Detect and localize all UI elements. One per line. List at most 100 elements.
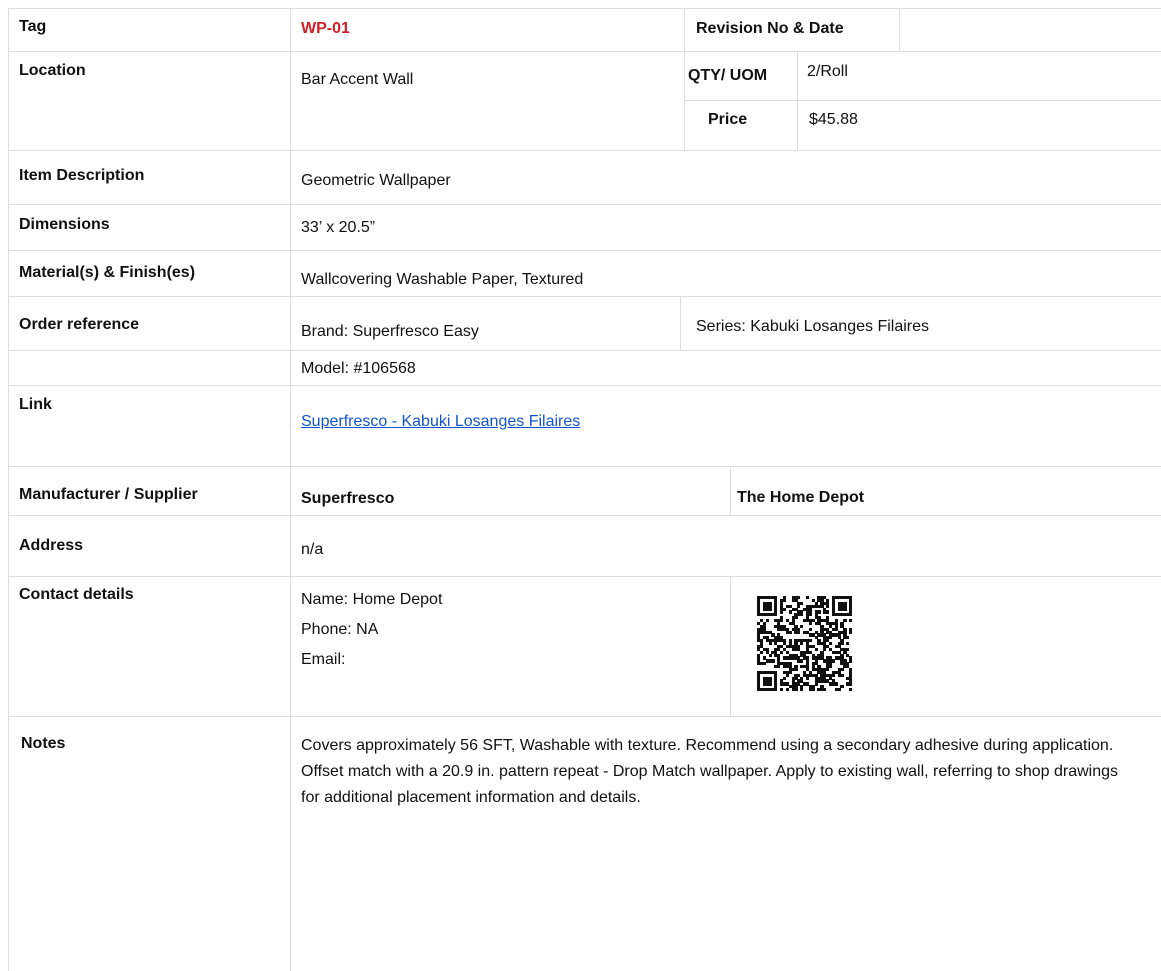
contact-label: Contact details (19, 586, 134, 603)
qty-label: QTY/ UOM (688, 67, 768, 84)
qr-module (817, 610, 821, 614)
qr-module (823, 647, 827, 651)
qr-module (849, 659, 853, 663)
qr-module (828, 636, 833, 640)
qr-module (788, 630, 792, 634)
notes-label: Notes (21, 735, 66, 752)
qr-module (788, 670, 792, 675)
grid-line (8, 296, 1161, 297)
qr-module (834, 682, 838, 686)
qr-module (808, 639, 812, 643)
qr-module (805, 676, 810, 680)
address-label: Address (19, 537, 84, 554)
grid-line (680, 296, 681, 350)
qr-module (780, 688, 784, 692)
address-value: n/a (301, 541, 324, 558)
qr-module (846, 642, 850, 646)
grid-line (730, 576, 731, 716)
qr-module (837, 688, 841, 692)
grid-line (8, 204, 1161, 205)
qr-module (808, 621, 812, 626)
qr-module (762, 662, 766, 666)
tag-label: Tag (19, 18, 47, 35)
qr-module (831, 673, 836, 677)
qr-module (782, 607, 787, 611)
tag-value: WP-01 (301, 20, 350, 37)
qr-module (805, 596, 810, 600)
grid-line (8, 250, 1161, 251)
grid-line (8, 8, 1161, 9)
product-link[interactable]: Superfresco - Kabuki Losanges Filaires (301, 413, 580, 431)
qr-module (771, 659, 775, 663)
qr-module (788, 610, 792, 614)
contact-email: Email: (301, 651, 346, 668)
dimensions-value: 33’ x 20.5” (301, 219, 376, 236)
qr-module (794, 667, 798, 672)
order-model: Model: #106568 (301, 360, 416, 377)
notes-text: Covers approximately 56 SFT, Washable wi… (301, 737, 1119, 806)
qr-module (782, 598, 787, 603)
qr-module (800, 659, 804, 663)
manufacturer-value: Superfresco (301, 490, 395, 507)
materials-label: Material(s) & Finish(es) (19, 264, 196, 281)
qr-module (768, 607, 772, 611)
qr-module (846, 636, 850, 640)
qr-module (800, 601, 804, 605)
qr-module (849, 630, 853, 634)
qr-module (800, 624, 804, 628)
qr-module (828, 665, 833, 669)
qr-module (814, 647, 818, 651)
qr-module (785, 688, 789, 692)
location-value: Bar Accent Wall (301, 71, 414, 88)
qr-module (823, 688, 827, 692)
manufacturer-label: Manufacturer / Supplier (19, 486, 198, 503)
qr-module (843, 619, 847, 623)
grid-line (730, 466, 731, 515)
qr-module (800, 642, 804, 646)
qr-module (849, 619, 853, 623)
grid-line (797, 51, 798, 150)
link-label: Link (19, 396, 52, 413)
grid-line (8, 8, 9, 971)
qr-module (774, 613, 778, 617)
qr-module (840, 685, 844, 689)
qr-module (811, 688, 815, 692)
qr-module (849, 682, 853, 686)
qr-module (826, 667, 830, 672)
revision-label: Revision No & Date (696, 20, 844, 37)
item-description-label: Item Description (19, 167, 145, 184)
qr-module (814, 682, 818, 686)
qty-value: 2/Roll (807, 63, 848, 80)
qr-module (843, 607, 847, 611)
grid-line (899, 8, 900, 51)
qr-module (797, 604, 801, 608)
qr-module (826, 610, 830, 614)
qr-module (785, 673, 789, 677)
qr-module (828, 642, 833, 646)
qr-module (840, 642, 844, 646)
qr-module (768, 642, 772, 646)
qr-module (840, 667, 844, 672)
qr-module (759, 650, 764, 654)
grid-line (8, 385, 1161, 386)
qr-module (797, 596, 801, 600)
qr-module (840, 673, 844, 677)
qr-module (846, 647, 850, 651)
dimensions-label: Dimensions (19, 216, 110, 233)
qr-module (849, 688, 853, 692)
item-description-value: Geometric Wallpaper (301, 172, 451, 189)
order-brand: Brand: Superfresco Easy (301, 323, 479, 340)
qr-module (782, 676, 787, 680)
grid-line (8, 466, 1161, 467)
grid-line (8, 576, 1161, 577)
qr-module (831, 659, 836, 663)
grid-line (8, 51, 1161, 52)
qr-code (757, 596, 853, 692)
grid-line (8, 150, 1161, 151)
qr-module (808, 613, 812, 617)
materials-value: Wallcovering Washable Paper, Textured (301, 271, 584, 288)
price-label: Price (708, 111, 748, 128)
qr-module (800, 613, 804, 617)
qr-module (774, 688, 778, 692)
grid-line (684, 100, 1161, 101)
